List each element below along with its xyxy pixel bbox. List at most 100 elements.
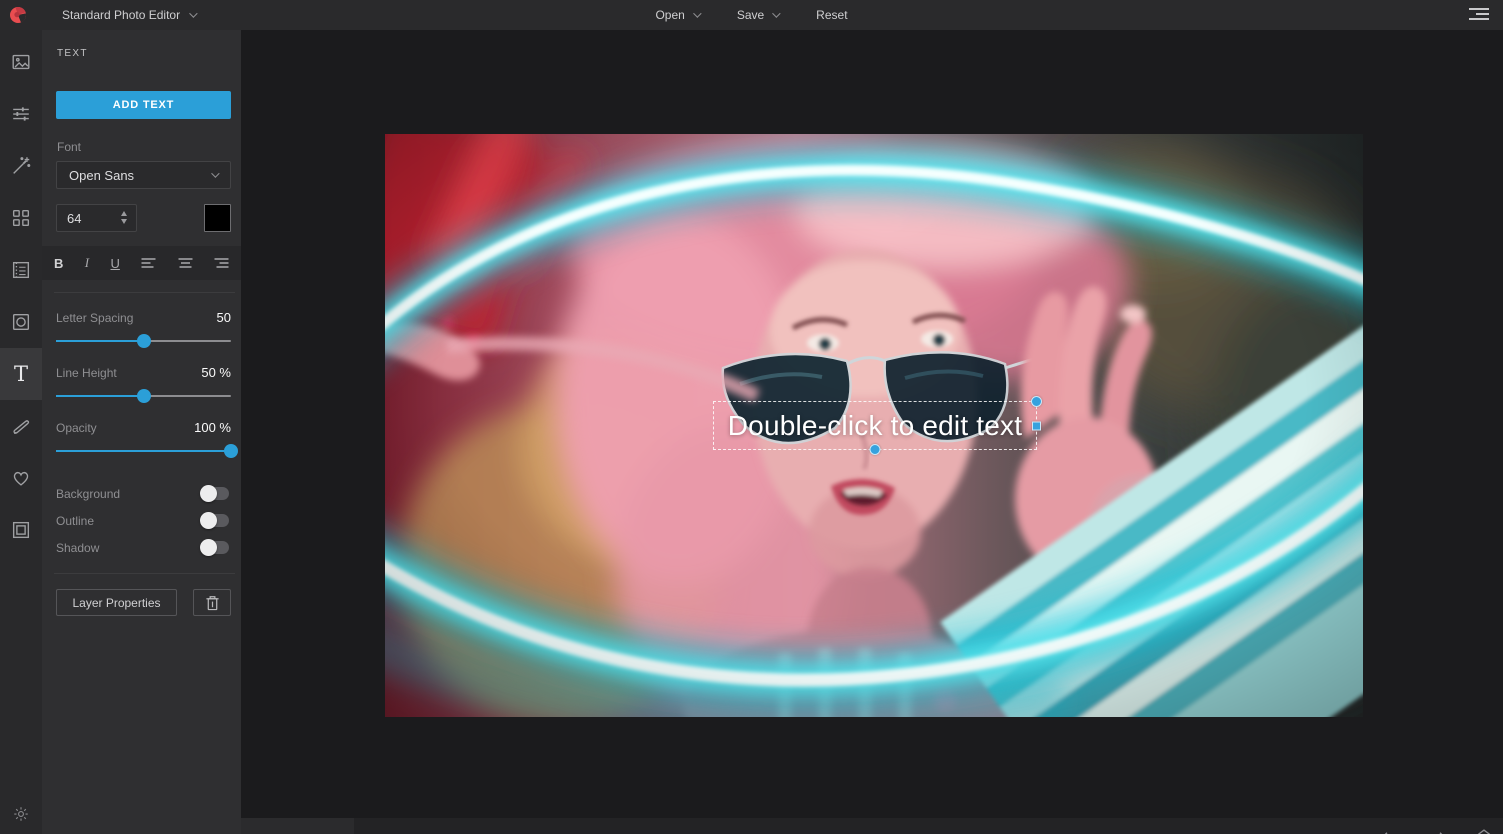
save-label: Save xyxy=(737,8,764,22)
zoom-widget: − 100 % + xyxy=(241,818,354,834)
letter-spacing-row: Letter Spacing 50 xyxy=(56,310,231,348)
chevron-down-icon xyxy=(189,9,197,17)
toggle-knob xyxy=(200,512,217,529)
app-logo-icon xyxy=(9,6,27,24)
format-toolbar: B I U xyxy=(42,246,241,280)
align-left-button[interactable] xyxy=(141,246,156,280)
rail-item-focus[interactable] xyxy=(0,296,42,348)
align-right-button[interactable] xyxy=(214,246,229,280)
chevron-down-icon xyxy=(772,9,780,17)
outline-toggle[interactable] xyxy=(203,514,229,527)
panel-title: TEXT xyxy=(57,48,231,59)
resize-handle-top-right[interactable] xyxy=(1031,396,1042,407)
outline-toggle-label: Outline xyxy=(56,514,94,528)
redo-icon xyxy=(1428,829,1446,834)
letter-spacing-value: 50 xyxy=(217,310,231,325)
editor-title-menu[interactable]: Standard Photo Editor xyxy=(62,8,195,22)
bottom-bar: − 100 % + xyxy=(241,818,1503,834)
photo-editor-app: Standard Photo Editor Open Save Reset xyxy=(0,0,1503,834)
canvas-area: Double-click to edit text − 100 % + xyxy=(241,30,1503,834)
delete-layer-button[interactable] xyxy=(193,589,231,616)
rail-item-favorites[interactable] xyxy=(0,452,42,504)
text-layer[interactable]: Double-click to edit text xyxy=(713,401,1037,450)
redo-button[interactable] xyxy=(1428,829,1446,834)
slider-thumb[interactable] xyxy=(137,389,151,403)
divider xyxy=(54,573,235,574)
heart-icon xyxy=(10,467,32,489)
add-text-button[interactable]: ADD TEXT xyxy=(56,91,231,119)
stepper-up-icon xyxy=(121,211,127,216)
shadow-toggle[interactable] xyxy=(203,541,229,554)
undo-button[interactable] xyxy=(1381,829,1399,834)
background-toggle[interactable] xyxy=(203,487,229,500)
rail-item-brush[interactable] xyxy=(0,400,42,452)
history-controls xyxy=(1381,818,1503,834)
slider-thumb[interactable] xyxy=(137,334,151,348)
text-layer-content: Double-click to edit text xyxy=(714,402,1036,449)
reset-label: Reset xyxy=(816,8,847,22)
font-size-input[interactable]: 64 xyxy=(56,204,137,232)
settings-button[interactable] xyxy=(0,800,42,828)
resize-handle-right[interactable] xyxy=(1032,421,1041,430)
tool-rail: T xyxy=(0,30,42,834)
save-menu-button[interactable]: Save xyxy=(737,8,778,22)
align-right-icon xyxy=(214,257,229,269)
rail-item-text[interactable]: T xyxy=(0,348,42,400)
opacity-row: Opacity 100 % xyxy=(56,420,231,458)
chevron-down-icon xyxy=(693,9,701,17)
font-select[interactable]: Open Sans xyxy=(56,161,231,189)
bold-button[interactable]: B xyxy=(54,246,63,280)
image-icon xyxy=(10,51,32,73)
layer-properties-button[interactable]: Layer Properties xyxy=(56,589,177,616)
open-menu-button[interactable]: Open xyxy=(655,8,698,22)
size-color-row: 64 xyxy=(56,204,231,232)
rail-item-sticker[interactable] xyxy=(0,192,42,244)
opacity-slider[interactable] xyxy=(56,444,231,458)
layer-actions: Layer Properties xyxy=(56,589,231,616)
resize-handle-bottom[interactable] xyxy=(870,444,881,455)
rail-item-frame[interactable] xyxy=(0,244,42,296)
underline-button[interactable]: U xyxy=(110,246,119,280)
rail-item-transform[interactable] xyxy=(0,36,42,88)
text-tool-panel: TEXT ADD TEXT Font Open Sans 64 B I U xyxy=(42,30,241,834)
topbar: Standard Photo Editor Open Save Reset xyxy=(0,0,1503,30)
undo-icon xyxy=(1381,829,1399,834)
chevron-down-icon xyxy=(211,169,219,177)
line-height-slider[interactable] xyxy=(56,389,231,403)
gear-icon xyxy=(12,805,30,823)
opacity-value: 100 % xyxy=(194,420,231,435)
rail-item-border[interactable] xyxy=(0,504,42,556)
text-color-swatch[interactable] xyxy=(204,204,231,232)
rail-item-adjust[interactable] xyxy=(0,88,42,140)
shadow-toggle-label: Shadow xyxy=(56,541,99,555)
app-title: Standard Photo Editor xyxy=(62,8,180,22)
opacity-label: Opacity xyxy=(56,421,97,435)
toggle-knob xyxy=(200,485,217,502)
brush-icon xyxy=(10,415,32,437)
photo-canvas[interactable]: Double-click to edit text xyxy=(385,134,1363,717)
circle-square-icon xyxy=(10,311,32,333)
letter-spacing-slider[interactable] xyxy=(56,334,231,348)
diamond-logo-icon xyxy=(1475,827,1493,834)
align-center-icon xyxy=(178,257,193,269)
slider-thumb[interactable] xyxy=(224,444,238,458)
align-center-button[interactable] xyxy=(178,246,193,280)
stepper-down-icon xyxy=(121,219,127,224)
rail-item-filter[interactable] xyxy=(0,140,42,192)
background-toggle-label: Background xyxy=(56,487,120,501)
font-size-stepper[interactable] xyxy=(121,211,127,224)
frame-lines-icon xyxy=(10,259,32,281)
trash-icon xyxy=(205,595,220,611)
font-size-value: 64 xyxy=(67,211,81,226)
letter-spacing-label: Letter Spacing xyxy=(56,311,133,325)
hamburger-menu-icon[interactable] xyxy=(1469,8,1489,20)
align-left-icon xyxy=(141,257,156,269)
line-height-row: Line Height 50 % xyxy=(56,365,231,403)
reset-button[interactable]: Reset xyxy=(816,8,847,22)
open-label: Open xyxy=(655,8,684,22)
grid-icon xyxy=(10,207,32,229)
magic-wand-icon xyxy=(10,155,32,177)
italic-button[interactable]: I xyxy=(85,246,89,280)
font-select-value: Open Sans xyxy=(69,168,134,183)
toggle-knob xyxy=(200,539,217,556)
